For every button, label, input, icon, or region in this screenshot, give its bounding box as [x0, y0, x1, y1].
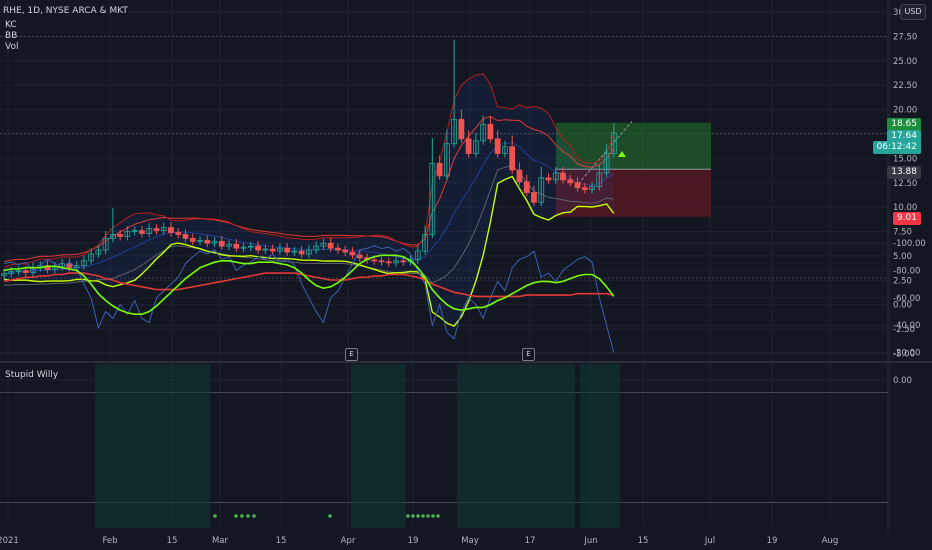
- willy-signal-dot: [411, 514, 415, 518]
- candle-body: [400, 260, 407, 263]
- candle-body: [487, 123, 494, 140]
- indicator-bb[interactable]: BB: [5, 31, 17, 41]
- price-tick-label: 22.50: [893, 81, 917, 91]
- candle-body: [168, 227, 174, 233]
- earnings-marker-apr[interactable]: E: [345, 348, 358, 361]
- candle-body: [255, 245, 262, 251]
- candle-body: [581, 187, 588, 190]
- candle-body: [516, 169, 523, 183]
- willy-signal-dot: [328, 514, 332, 518]
- chart-canvas[interactable]: -5.00-2.500.002.505.007.5010.0012.5015.0…: [0, 0, 932, 550]
- time-tick-label: Feb: [102, 536, 117, 546]
- time-tick-label: 15: [638, 536, 649, 546]
- candle-body: [327, 242, 334, 249]
- time-tick-label: Jun: [583, 536, 597, 546]
- willy-tick-label: -80.00: [893, 266, 920, 276]
- candle-body: [298, 250, 305, 255]
- willy-highlight-zone: [351, 364, 406, 528]
- candle-body: [349, 251, 356, 256]
- candle-body: [117, 234, 124, 237]
- time-tick-label: May: [461, 536, 479, 546]
- candle-body: [284, 247, 291, 253]
- time-tick-label: 19: [767, 536, 778, 546]
- candle-body: [465, 138, 472, 154]
- time-tick-label: 17: [525, 536, 536, 546]
- time-tick-label: 15: [167, 536, 178, 546]
- willy-signal-dot: [246, 514, 250, 518]
- candle-body: [342, 249, 349, 253]
- candle-body: [494, 138, 501, 154]
- currency-button[interactable]: USD: [900, 4, 926, 20]
- candle-body: [139, 230, 145, 234]
- candle-body: [385, 261, 392, 264]
- candle-body: [545, 177, 552, 181]
- candle-body: [182, 234, 189, 239]
- stop-price-tag: 9.01: [892, 212, 921, 225]
- symbol-title: RHE, 1D, NYSE ARCA & MKT: [3, 6, 128, 16]
- price-tick-label: 25.00: [893, 57, 917, 67]
- willy-signal-dot: [431, 514, 435, 518]
- willy-highlight-zone: [457, 364, 575, 528]
- willy-signal-dot: [240, 514, 244, 518]
- time-tick-label: Aug: [822, 536, 839, 546]
- time-tick-label: Apr: [341, 536, 356, 546]
- willy-signal-dot: [213, 514, 217, 518]
- candle-body: [560, 172, 566, 181]
- willy-tick-label: -40.00: [893, 321, 920, 331]
- candle-body: [66, 263, 73, 269]
- candle-body: [378, 260, 385, 263]
- price-tick-label: 15.00: [893, 154, 917, 164]
- willy-signal-dot: [406, 514, 410, 518]
- willy-tick-label: -60.00: [893, 294, 920, 304]
- candle-body: [436, 162, 443, 177]
- earnings-marker-may[interactable]: E: [522, 348, 535, 361]
- candle-body: [153, 228, 160, 231]
- time-tick-label: 15: [276, 536, 287, 546]
- candle-body: [335, 247, 341, 251]
- candle-body: [523, 181, 530, 193]
- time-tick-label: 19: [408, 536, 419, 546]
- candle-body: [458, 118, 465, 140]
- price-tick-label: 12.50: [893, 179, 917, 189]
- price-tick-label: 5.00: [893, 252, 912, 262]
- sub-pane-title[interactable]: Stupid Willy: [5, 370, 58, 380]
- willy-tick-label: -100.00: [893, 239, 926, 249]
- willy-highlight-zone: [95, 364, 210, 528]
- candle-body: [371, 259, 378, 262]
- willy-highlight-zone: [580, 364, 620, 528]
- candle-body: [574, 182, 581, 189]
- candle-body: [175, 232, 182, 235]
- willy-signal-dot: [426, 514, 430, 518]
- candle-body: [356, 254, 363, 259]
- candle-body: [22, 270, 29, 273]
- price-tick-label: 27.50: [893, 32, 917, 42]
- price-tick-label: 20.00: [893, 106, 917, 116]
- willy-signal-dot: [436, 514, 440, 518]
- price-tick-label: 7.50: [893, 228, 912, 238]
- willy-tick-label: 0.00: [893, 376, 912, 386]
- willy-signal-dot: [421, 514, 425, 518]
- willy-tick-label: -20.00: [893, 349, 920, 359]
- countdown-tag: 06:12:42: [872, 141, 921, 154]
- willy-signal-dot: [416, 514, 420, 518]
- time-tick-label: 2021: [0, 536, 19, 546]
- candle-body: [269, 248, 276, 252]
- time-tick-label: Mar: [212, 536, 229, 546]
- time-tick-label: Jul: [704, 536, 715, 546]
- candle-body: [531, 192, 537, 203]
- indicator-kc[interactable]: KC: [5, 20, 17, 30]
- candle-body: [218, 240, 225, 247]
- indicator-vol[interactable]: Vol: [5, 42, 18, 52]
- candle-body: [567, 179, 574, 184]
- willy-signal-dot: [252, 514, 256, 518]
- willy-signal-dot: [234, 514, 238, 518]
- price-tick-label: 2.50: [893, 276, 912, 286]
- entry-price-tag: 13.88: [887, 166, 921, 179]
- candle-body: [509, 146, 516, 171]
- candle-body: [233, 243, 240, 249]
- candle-body: [204, 239, 211, 244]
- candle-body: [189, 237, 196, 242]
